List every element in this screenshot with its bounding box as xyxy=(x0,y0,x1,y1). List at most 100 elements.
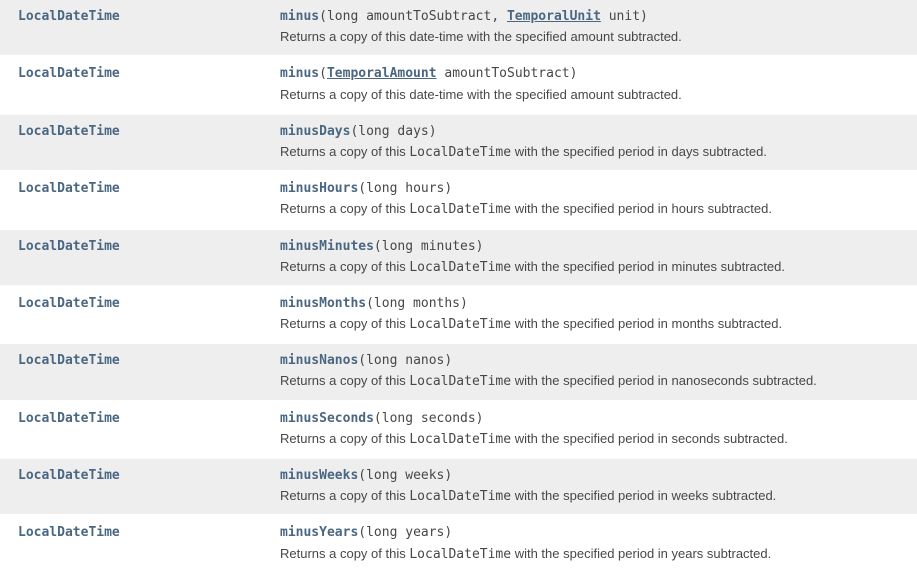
desc-suffix: with the specified period in minutes sub… xyxy=(511,259,785,274)
method-cell: minusWeeks(long weeks) Returns a copy of… xyxy=(270,459,917,514)
method-cell: minusNanos(long nanos) Returns a copy of… xyxy=(270,344,917,399)
method-signature: minusNanos(long nanos) xyxy=(280,352,907,370)
desc-suffix: with the specified period in nanoseconds… xyxy=(511,373,817,388)
method-cell: minusMonths(long months) Returns a copy … xyxy=(270,287,917,342)
method-row: LocalDateTime minusHours(long hours) Ret… xyxy=(0,172,917,229)
sig-prefix: (long days) xyxy=(350,124,436,139)
method-row: LocalDateTime minusMinutes(long minutes)… xyxy=(0,230,917,287)
return-type-cell: LocalDateTime xyxy=(0,172,270,227)
return-type-link[interactable]: LocalDateTime xyxy=(18,66,120,81)
desc-code: LocalDateTime xyxy=(409,547,511,562)
desc-code: LocalDateTime xyxy=(409,260,511,275)
return-type-link[interactable]: LocalDateTime xyxy=(18,353,120,368)
return-type-cell: LocalDateTime xyxy=(0,230,270,285)
desc-suffix: with the specified period in hours subtr… xyxy=(511,201,772,216)
sig-prefix: (long hours) xyxy=(358,181,452,196)
method-description: Returns a copy of this LocalDateTime wit… xyxy=(280,200,907,219)
desc-prefix: Returns a copy of this date-time with th… xyxy=(280,29,682,44)
return-type-cell: LocalDateTime xyxy=(0,344,270,399)
method-row: LocalDateTime minusMonths(long months) R… xyxy=(0,287,917,344)
method-signature: minusHours(long hours) xyxy=(280,180,907,198)
desc-code: LocalDateTime xyxy=(409,145,511,160)
desc-suffix: with the specified period in months subt… xyxy=(511,316,782,331)
method-description: Returns a copy of this LocalDateTime wit… xyxy=(280,315,907,334)
return-type-link[interactable]: LocalDateTime xyxy=(18,296,120,311)
sig-suffix: unit) xyxy=(601,9,648,24)
desc-prefix: Returns a copy of this xyxy=(280,373,409,388)
method-description: Returns a copy of this LocalDateTime wit… xyxy=(280,487,907,506)
method-description: Returns a copy of this LocalDateTime wit… xyxy=(280,430,907,449)
method-row: LocalDateTime minus(long amountToSubtrac… xyxy=(0,0,917,57)
sig-prefix: (long seconds) xyxy=(374,411,484,426)
sig-prefix: ( xyxy=(319,66,327,81)
method-cell: minusHours(long hours) Returns a copy of… xyxy=(270,172,917,227)
method-cell: minusSeconds(long seconds) Returns a cop… xyxy=(270,402,917,457)
desc-prefix: Returns a copy of this xyxy=(280,259,409,274)
method-name-link[interactable]: minus xyxy=(280,66,319,81)
return-type-cell: LocalDateTime xyxy=(0,57,270,112)
sig-prefix: (long years) xyxy=(358,525,452,540)
method-cell: minus(TemporalAmount amountToSubtract) R… xyxy=(270,57,917,112)
sig-prefix: (long minutes) xyxy=(374,239,484,254)
return-type-link[interactable]: LocalDateTime xyxy=(18,181,120,196)
method-summary-table: LocalDateTime minus(long amountToSubtrac… xyxy=(0,0,917,574)
return-type-link[interactable]: LocalDateTime xyxy=(18,9,120,24)
return-type-cell: LocalDateTime xyxy=(0,459,270,514)
method-name-link[interactable]: minusSeconds xyxy=(280,411,374,426)
desc-suffix: with the specified period in weeks subtr… xyxy=(511,488,776,503)
return-type-link[interactable]: LocalDateTime xyxy=(18,239,120,254)
desc-prefix: Returns a copy of this xyxy=(280,431,409,446)
method-name-link[interactable]: minus xyxy=(280,9,319,24)
desc-prefix: Returns a copy of this date-time with th… xyxy=(280,87,682,102)
method-description: Returns a copy of this LocalDateTime wit… xyxy=(280,143,907,162)
desc-code: LocalDateTime xyxy=(409,317,511,332)
method-description: Returns a copy of this date-time with th… xyxy=(280,28,907,47)
method-signature: minusMinutes(long minutes) xyxy=(280,238,907,256)
sig-suffix: amountToSubtract) xyxy=(437,66,578,81)
desc-code: LocalDateTime xyxy=(409,202,511,217)
sig-prefix: (long months) xyxy=(366,296,468,311)
desc-code: LocalDateTime xyxy=(409,489,511,504)
desc-suffix: with the specified period in seconds sub… xyxy=(511,431,788,446)
method-cell: minusDays(long days) Returns a copy of t… xyxy=(270,115,917,170)
return-type-cell: LocalDateTime xyxy=(0,287,270,342)
return-type-cell: LocalDateTime xyxy=(0,402,270,457)
method-description: Returns a copy of this LocalDateTime wit… xyxy=(280,545,907,564)
param-type-link[interactable]: TemporalAmount xyxy=(327,66,437,81)
desc-prefix: Returns a copy of this xyxy=(280,488,409,503)
method-name-link[interactable]: minusMonths xyxy=(280,296,366,311)
method-row: LocalDateTime minusNanos(long nanos) Ret… xyxy=(0,344,917,401)
method-name-link[interactable]: minusHours xyxy=(280,181,358,196)
method-signature: minusMonths(long months) xyxy=(280,295,907,313)
method-signature: minusYears(long years) xyxy=(280,524,907,542)
desc-prefix: Returns a copy of this xyxy=(280,144,409,159)
param-type-link[interactable]: TemporalUnit xyxy=(507,9,601,24)
method-name-link[interactable]: minusDays xyxy=(280,124,350,139)
desc-suffix: with the specified period in years subtr… xyxy=(511,546,771,561)
method-description: Returns a copy of this date-time with th… xyxy=(280,86,907,105)
sig-prefix: (long nanos) xyxy=(358,353,452,368)
return-type-link[interactable]: LocalDateTime xyxy=(18,124,120,139)
return-type-link[interactable]: LocalDateTime xyxy=(18,411,120,426)
method-cell: minusYears(long years) Returns a copy of… xyxy=(270,516,917,571)
method-cell: minus(long amountToSubtract, TemporalUni… xyxy=(270,0,917,55)
method-name-link[interactable]: minusYears xyxy=(280,525,358,540)
desc-suffix: with the specified period in days subtra… xyxy=(511,144,767,159)
method-name-link[interactable]: minusNanos xyxy=(280,353,358,368)
desc-code: LocalDateTime xyxy=(409,374,511,389)
return-type-link[interactable]: LocalDateTime xyxy=(18,468,120,483)
method-row: LocalDateTime minusYears(long years) Ret… xyxy=(0,516,917,573)
return-type-cell: LocalDateTime xyxy=(0,516,270,571)
desc-prefix: Returns a copy of this xyxy=(280,546,409,561)
method-row: LocalDateTime minusDays(long days) Retur… xyxy=(0,115,917,172)
desc-code: LocalDateTime xyxy=(409,432,511,447)
method-name-link[interactable]: minusMinutes xyxy=(280,239,374,254)
sig-prefix: (long amountToSubtract, xyxy=(319,9,507,24)
return-type-link[interactable]: LocalDateTime xyxy=(18,525,120,540)
sig-prefix: (long weeks) xyxy=(358,468,452,483)
method-signature: minusWeeks(long weeks) xyxy=(280,467,907,485)
method-name-link[interactable]: minusWeeks xyxy=(280,468,358,483)
method-cell: minusMinutes(long minutes) Returns a cop… xyxy=(270,230,917,285)
method-description: Returns a copy of this LocalDateTime wit… xyxy=(280,258,907,277)
method-signature: minus(TemporalAmount amountToSubtract) xyxy=(280,65,907,83)
